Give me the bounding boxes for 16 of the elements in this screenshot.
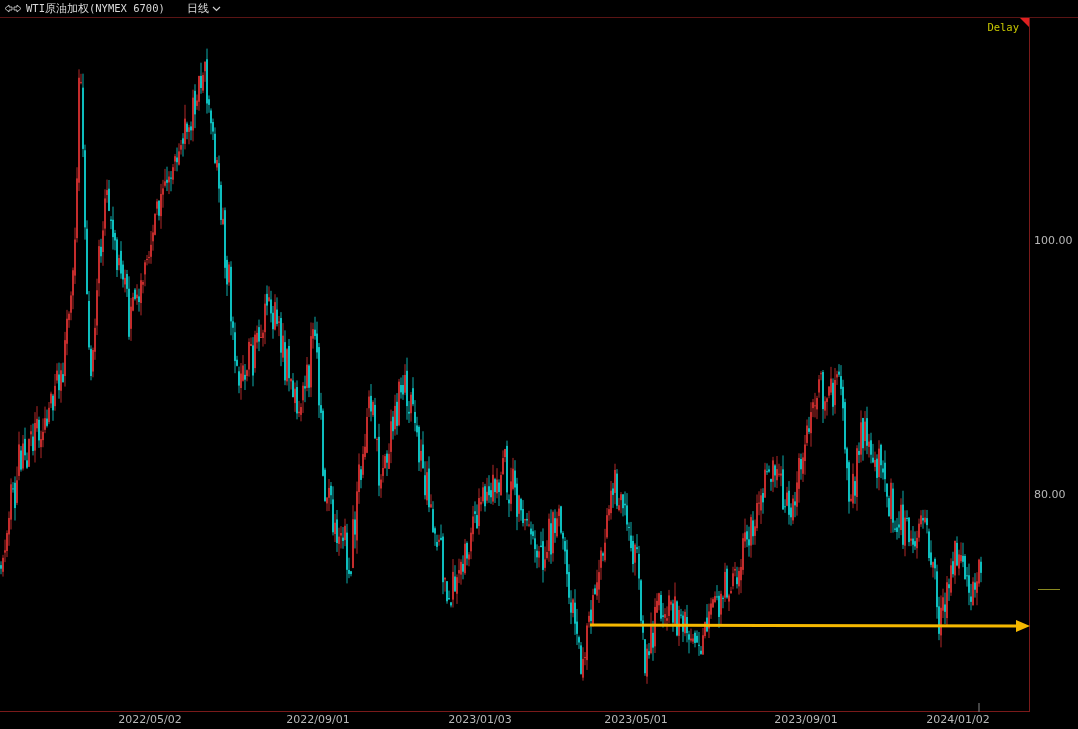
chevron-down-icon [211,5,221,12]
price-axis-label: 80.00 [1034,487,1066,501]
corner-triangle-icon [1020,18,1029,27]
price-axis-label: 100.00 [1034,233,1073,247]
date-axis-label: 2023/09/01 [774,713,838,726]
price-marker [1038,589,1060,590]
date-axis-label: 2022/05/02 [118,713,182,726]
date-axis-label: 2023/05/01 [604,713,668,726]
instrument-title: WTI原油加权(NYMEX 6700) [26,1,165,16]
date-axis-label: 2023/01/03 [448,713,512,726]
period-dropdown[interactable]: 日线 [184,1,223,16]
date-tick [978,702,980,712]
date-axis-label: 2022/09/01 [286,713,350,726]
delay-status: Delay [987,21,1019,33]
swap-arrows-icon [4,4,22,13]
date-axis-label: 2024/01/02 [926,713,990,726]
